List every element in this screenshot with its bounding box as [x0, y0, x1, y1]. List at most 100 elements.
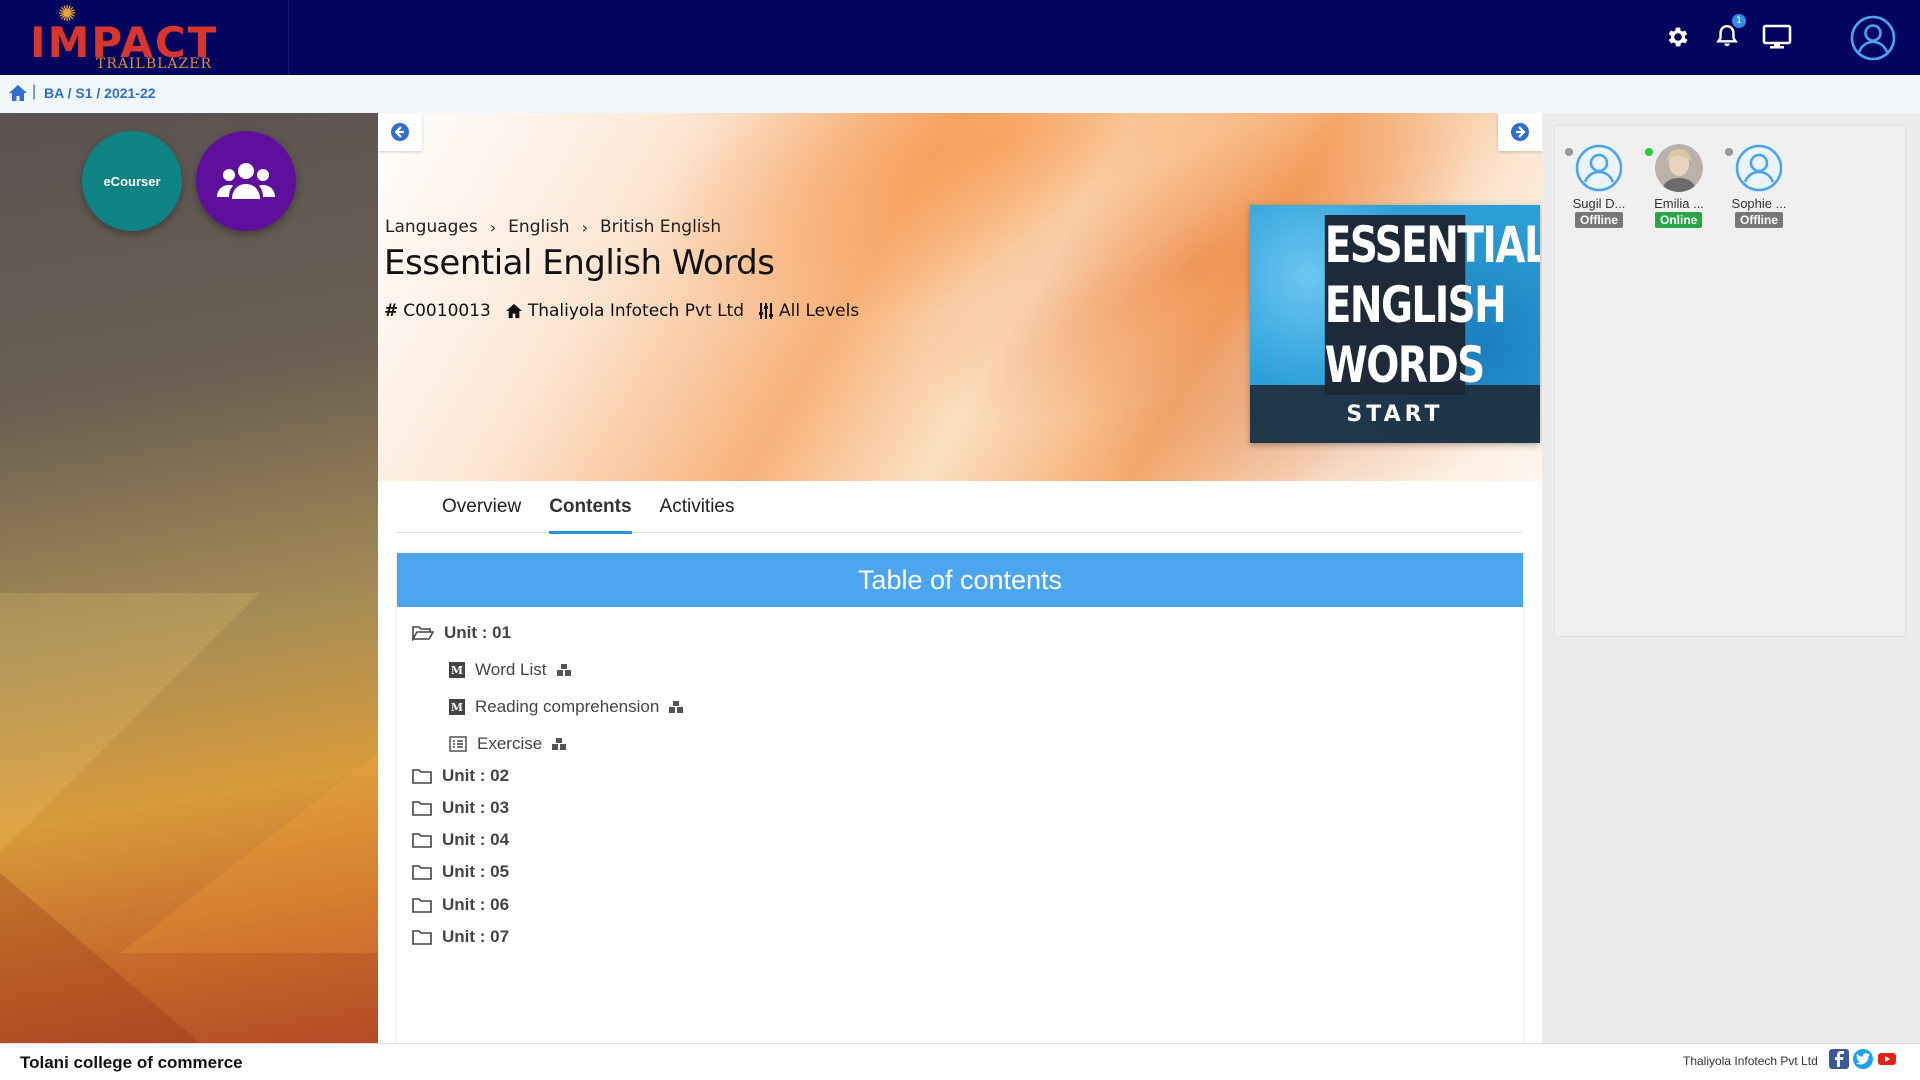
folder-icon: [412, 930, 432, 945]
arrow-right-icon: [1511, 123, 1529, 141]
next-arrow-button[interactable]: [1498, 113, 1542, 151]
home-icon: [505, 303, 522, 319]
folder-icon: [412, 769, 432, 784]
logo-subtext: TRAILBLAZER: [96, 56, 212, 72]
sliders-icon: [759, 303, 774, 319]
user-photo: [1655, 144, 1703, 192]
notification-bell-icon[interactable]: 1: [1710, 14, 1746, 54]
chevron-right-icon: ›: [489, 217, 497, 237]
user-sophie[interactable]: Sophie ... Offline: [1725, 144, 1805, 228]
folder-open-icon: [412, 626, 434, 641]
facebook-icon[interactable]: [1829, 1049, 1849, 1069]
unit-label: Unit : 01: [444, 623, 512, 642]
unit-label: Unit : 05: [442, 862, 510, 881]
lesson-word-list[interactable]: M Word List: [449, 660, 571, 680]
folder-icon: [412, 801, 432, 816]
settings-icon[interactable]: [1661, 20, 1695, 54]
status-badge: Online: [1655, 212, 1703, 228]
unit-01[interactable]: Unit : 01: [412, 623, 511, 643]
course-thumbnail-start[interactable]: ESSENTIAL ENGLISH WORDS START: [1250, 205, 1540, 443]
unit-label: Unit : 02: [442, 766, 510, 785]
course-meta: # C0010013 Thaliyola Infotech Pvt Ltd Al…: [384, 301, 859, 321]
lesson-label: Reading comprehension: [475, 697, 660, 716]
user-name: Sugil D...: [1572, 196, 1626, 211]
course-crumb-english[interactable]: English: [508, 217, 569, 237]
breadcrumb[interactable]: BA / S1 / 2021-22: [44, 85, 156, 101]
course-banner: Languages › English › British English Es…: [378, 113, 1542, 481]
previous-arrow-button[interactable]: [378, 113, 422, 151]
course-breadcrumb: Languages › English › British English: [385, 217, 721, 237]
course-level: All Levels: [758, 301, 859, 321]
breadcrumb-bar: | BA / S1 / 2021-22: [0, 75, 1920, 113]
course-provider-value: Thaliyola Infotech Pvt Ltd: [527, 301, 745, 321]
tab-activities[interactable]: Activities: [646, 481, 749, 533]
company-name[interactable]: Thaliyola Infotech Pvt Ltd: [1683, 1054, 1818, 1068]
college-name: Tolani college of commerce: [20, 1053, 243, 1072]
presence-dot: [1565, 148, 1573, 156]
unit-07[interactable]: Unit : 07: [412, 927, 509, 947]
start-button[interactable]: START: [1250, 385, 1540, 443]
right-panel: Sugil D... Offline Emilia ... Online Sop…: [1542, 113, 1920, 1043]
cubes-icon: [669, 701, 684, 713]
course-level-value: All Levels: [779, 301, 860, 321]
thumbnail-line: ESSENTIAL: [1324, 215, 1540, 275]
unit-04[interactable]: Unit : 04: [412, 830, 509, 850]
toc-header: Table of contents: [397, 553, 1523, 607]
footer: Tolani college of commerce Thaliyola Inf…: [0, 1043, 1920, 1080]
user-sugil[interactable]: Sugil D... Offline: [1565, 144, 1645, 228]
unit-label: Unit : 03: [442, 798, 510, 817]
arrow-left-icon: [391, 123, 409, 141]
unit-05[interactable]: Unit : 05: [412, 862, 509, 882]
user-emilia[interactable]: Emilia ... Online: [1645, 144, 1725, 228]
unit-label: Unit : 07: [442, 927, 510, 946]
breadcrumb-separator: |: [32, 83, 37, 100]
course-provider: Thaliyola Infotech Pvt Ltd: [505, 301, 744, 321]
ecourser-button[interactable]: eCourser: [82, 131, 182, 231]
course-code: # C0010013: [384, 301, 491, 321]
user-name: Emilia ...: [1654, 196, 1704, 211]
unit-06[interactable]: Unit : 06: [412, 895, 509, 915]
status-badge: Offline: [1735, 212, 1783, 228]
users-group-icon: [217, 163, 275, 199]
online-users-box: Sugil D... Offline Emilia ... Online Sop…: [1554, 125, 1906, 637]
unit-label: Unit : 06: [442, 895, 510, 914]
unit-label: Unit : 04: [442, 830, 510, 849]
moodle-icon: M: [449, 662, 465, 678]
course-crumb-languages[interactable]: Languages: [385, 217, 478, 237]
thumbnail-title: ESSENTIAL ENGLISH WORDS: [1305, 215, 1540, 395]
thumbnail-line: ENGLISH: [1324, 275, 1507, 335]
moodle-icon: M: [449, 699, 465, 715]
user-avatar-icon: [1575, 144, 1623, 192]
tab-contents[interactable]: Contents: [535, 481, 645, 534]
notification-badge: 1: [1732, 14, 1746, 28]
presence-dot: [1645, 148, 1653, 156]
hash-icon: #: [384, 301, 399, 321]
course-tabs: Overview Contents Activities: [396, 481, 1522, 534]
lesson-label: Exercise: [477, 734, 543, 753]
main-content: Languages › English › British English Es…: [378, 113, 1542, 1043]
unit-03[interactable]: Unit : 03: [412, 798, 509, 818]
lesson-exercise[interactable]: Exercise: [449, 734, 567, 754]
user-avatar-icon[interactable]: [1850, 15, 1896, 61]
unit-02[interactable]: Unit : 02: [412, 766, 509, 786]
navbar-divider: [288, 0, 289, 75]
twitter-icon[interactable]: [1853, 1049, 1873, 1069]
monitor-icon[interactable]: [1760, 20, 1794, 54]
home-icon[interactable]: [8, 84, 28, 107]
table-of-contents: Table of contents Unit : 01 M Word List …: [397, 553, 1523, 1043]
user-avatar-icon: [1735, 144, 1783, 192]
app-logo[interactable]: ✺ IMPACT TRAILBLAZER: [28, 4, 228, 73]
folder-icon: [412, 865, 432, 880]
group-button[interactable]: [196, 131, 296, 231]
course-title: Essential English Words: [384, 243, 775, 283]
list-icon: [449, 736, 467, 752]
cubes-icon: [556, 664, 571, 676]
folder-icon: [412, 898, 432, 913]
youtube-icon[interactable]: [1877, 1049, 1897, 1069]
tab-overview[interactable]: Overview: [428, 481, 535, 533]
course-code-value: C0010013: [403, 301, 491, 321]
course-crumb-british-english[interactable]: British English: [600, 217, 721, 237]
folder-icon: [412, 833, 432, 848]
lesson-reading-comprehension[interactable]: M Reading comprehension: [449, 697, 684, 717]
top-navbar: ✺ IMPACT TRAILBLAZER 1: [0, 0, 1920, 75]
